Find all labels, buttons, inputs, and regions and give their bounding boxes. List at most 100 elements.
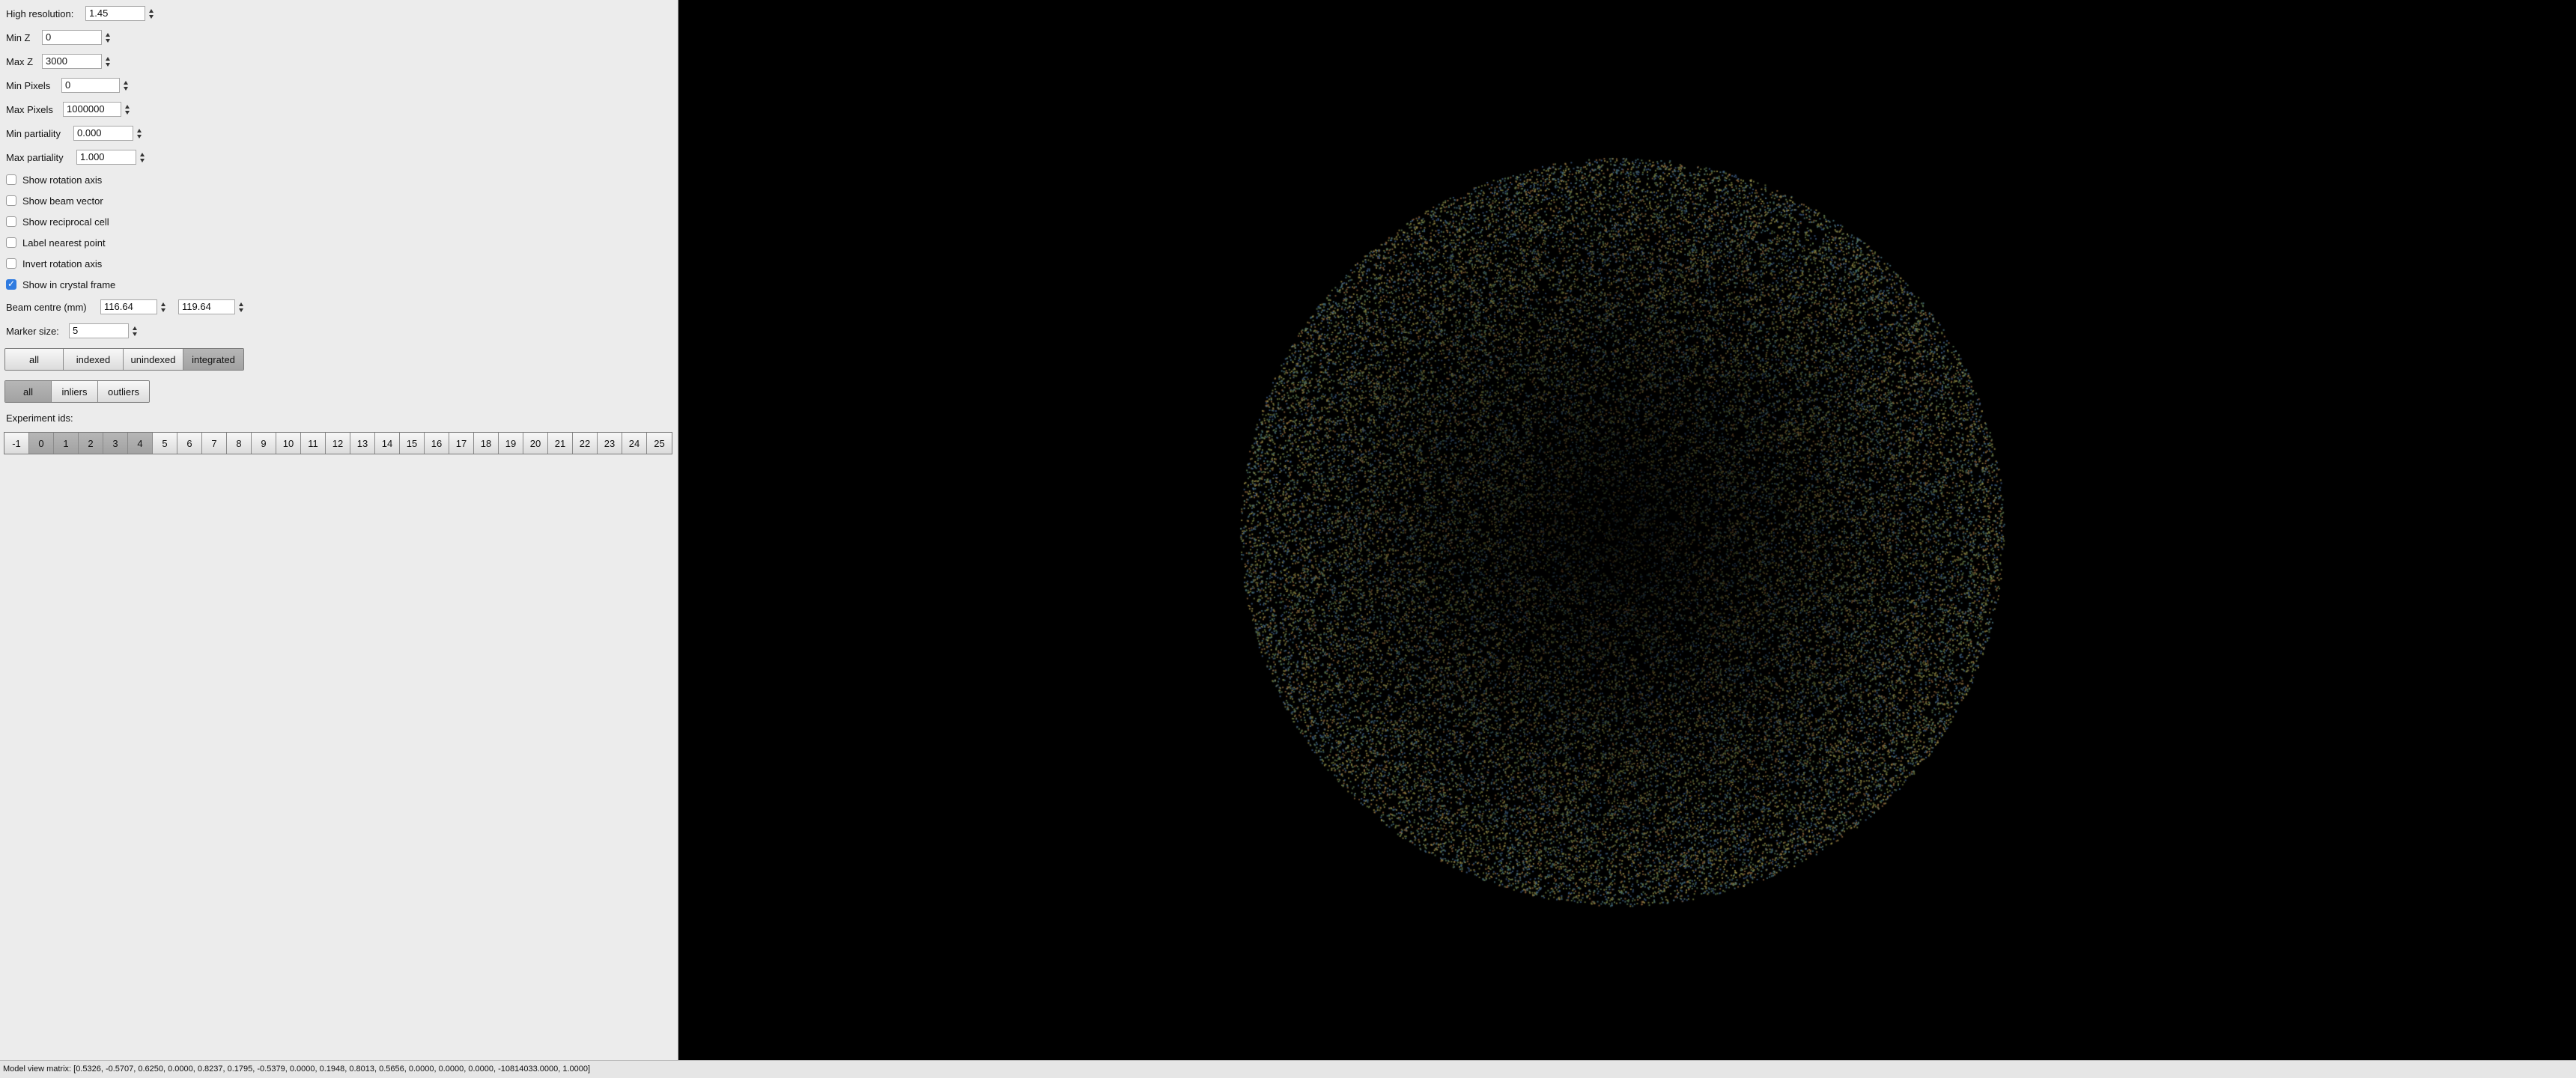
checkbox-icon[interactable] (6, 195, 16, 206)
experiment-id-button[interactable]: 17 (449, 433, 474, 454)
marker-size-input[interactable]: 5 (69, 323, 129, 338)
checkbox-label-nearest-point[interactable]: Label nearest point (6, 234, 106, 252)
checkbox-icon[interactable] (6, 237, 16, 248)
high-resolution-spinbox[interactable]: 1.45 (85, 5, 155, 22)
experiment-id-button[interactable]: 9 (252, 433, 276, 454)
beam-centre-x-spinbox[interactable]: 116.64 (100, 299, 167, 315)
checkbox-icon[interactable] (6, 174, 16, 185)
max-partiality-spinbox[interactable]: 1.000 (76, 149, 146, 165)
checkbox-show-beam-vector[interactable]: Show beam vector (6, 192, 103, 210)
experiment-id-button[interactable]: 19 (499, 433, 523, 454)
increment-icon[interactable] (140, 152, 145, 156)
beam-centre-y-stepper[interactable] (237, 299, 245, 314)
experiment-id-button[interactable]: 22 (573, 433, 598, 454)
beam-centre-x-input[interactable]: 116.64 (100, 299, 157, 314)
decrement-icon[interactable] (137, 134, 142, 138)
increment-icon[interactable] (149, 8, 154, 13)
checkbox-label[interactable]: Show reciprocal cell (22, 216, 109, 228)
experiment-id-button[interactable]: 24 (622, 433, 647, 454)
checkbox-label[interactable]: Show rotation axis (22, 174, 102, 186)
filter-indexed-button[interactable]: indexed (64, 349, 124, 370)
max-partiality-stepper[interactable] (139, 150, 146, 165)
experiment-id-button[interactable]: 3 (103, 433, 128, 454)
max-pixels-spinbox[interactable]: 1000000 (63, 101, 131, 118)
checkbox-label[interactable]: Invert rotation axis (22, 258, 102, 270)
min-partiality-spinbox[interactable]: 0.000 (73, 125, 143, 141)
checkbox-icon[interactable] (6, 258, 16, 269)
max-pixels-stepper[interactable] (124, 102, 131, 117)
experiment-id-button[interactable]: 1 (54, 433, 79, 454)
experiment-id-button[interactable]: 10 (276, 433, 301, 454)
experiment-id-button[interactable]: 2 (79, 433, 103, 454)
experiment-id-button[interactable]: 5 (153, 433, 177, 454)
checkbox-show-in-crystal-frame[interactable]: Show in crystal frame (6, 275, 115, 293)
experiment-id-button[interactable]: 25 (647, 433, 672, 454)
max-partiality-input[interactable]: 1.000 (76, 150, 136, 165)
min-z-input[interactable]: 0 (42, 30, 102, 45)
filter-unindexed-button[interactable]: unindexed (124, 349, 183, 370)
reflection-point-cloud[interactable] (678, 0, 2576, 1060)
min-pixels-spinbox[interactable]: 0 (61, 77, 130, 94)
checkbox-icon[interactable] (6, 216, 16, 227)
checkbox-label[interactable]: Show in crystal frame (22, 279, 115, 290)
marker-size-stepper[interactable] (131, 323, 139, 338)
min-partiality-stepper[interactable] (136, 126, 143, 141)
experiment-id-button[interactable]: 7 (202, 433, 227, 454)
decrement-icon[interactable] (125, 110, 130, 115)
increment-icon[interactable] (137, 128, 142, 133)
max-z-stepper[interactable] (104, 54, 112, 69)
reciprocal-space-viewport[interactable] (678, 0, 2576, 1060)
increment-icon[interactable] (239, 302, 243, 306)
experiment-id-button[interactable]: 8 (227, 433, 252, 454)
max-z-input[interactable]: 3000 (42, 54, 102, 69)
filter-outliers-button[interactable]: outliers (98, 381, 149, 402)
experiment-id-button[interactable]: -1 (4, 433, 29, 454)
checkbox-label[interactable]: Label nearest point (22, 237, 106, 249)
increment-icon[interactable] (106, 32, 110, 37)
checkbox-label[interactable]: Show beam vector (22, 195, 103, 207)
min-partiality-input[interactable]: 0.000 (73, 126, 133, 141)
experiment-id-button[interactable]: 23 (598, 433, 622, 454)
checkbox-show-reciprocal-cell[interactable]: Show reciprocal cell (6, 213, 109, 231)
decrement-icon[interactable] (106, 62, 110, 67)
min-z-spinbox[interactable]: 0 (42, 29, 112, 46)
decrement-icon[interactable] (149, 14, 154, 19)
max-z-spinbox[interactable]: 3000 (42, 53, 112, 70)
decrement-icon[interactable] (124, 86, 128, 91)
beam-centre-y-spinbox[interactable]: 119.64 (178, 299, 245, 315)
decrement-icon[interactable] (106, 38, 110, 43)
experiment-id-button[interactable]: 14 (375, 433, 400, 454)
experiment-id-button[interactable]: 12 (326, 433, 350, 454)
high-resolution-stepper[interactable] (148, 6, 155, 21)
experiment-id-button[interactable]: 15 (400, 433, 425, 454)
filter-all-button[interactable]: all (5, 381, 52, 402)
beam-centre-y-input[interactable]: 119.64 (178, 299, 235, 314)
min-pixels-stepper[interactable] (122, 78, 130, 93)
experiment-id-button[interactable]: 21 (548, 433, 573, 454)
experiment-id-button[interactable]: 20 (523, 433, 548, 454)
filter-integrated-button[interactable]: integrated (183, 349, 243, 370)
increment-icon[interactable] (124, 80, 128, 85)
increment-icon[interactable] (125, 104, 130, 109)
checkbox-checked-icon[interactable] (6, 278, 16, 290)
filter-all-button[interactable]: all (5, 349, 64, 370)
max-pixels-input[interactable]: 1000000 (63, 102, 121, 117)
beam-centre-x-stepper[interactable] (160, 299, 167, 314)
decrement-icon[interactable] (133, 332, 137, 336)
checkbox-invert-rotation-axis[interactable]: Invert rotation axis (6, 255, 102, 272)
decrement-icon[interactable] (140, 158, 145, 162)
decrement-icon[interactable] (239, 308, 243, 312)
increment-icon[interactable] (133, 326, 137, 330)
marker-size-spinbox[interactable]: 5 (69, 323, 139, 339)
experiment-id-button[interactable]: 4 (128, 433, 153, 454)
checkbox-show-rotation-axis[interactable]: Show rotation axis (6, 171, 102, 189)
min-pixels-input[interactable]: 0 (61, 78, 120, 93)
experiment-id-button[interactable]: 13 (350, 433, 375, 454)
min-z-stepper[interactable] (104, 30, 112, 45)
experiment-id-button[interactable]: 6 (177, 433, 202, 454)
filter-inliers-button[interactable]: inliers (52, 381, 98, 402)
increment-icon[interactable] (106, 56, 110, 61)
experiment-id-button[interactable]: 16 (425, 433, 449, 454)
experiment-id-button[interactable]: 18 (474, 433, 499, 454)
increment-icon[interactable] (161, 302, 165, 306)
